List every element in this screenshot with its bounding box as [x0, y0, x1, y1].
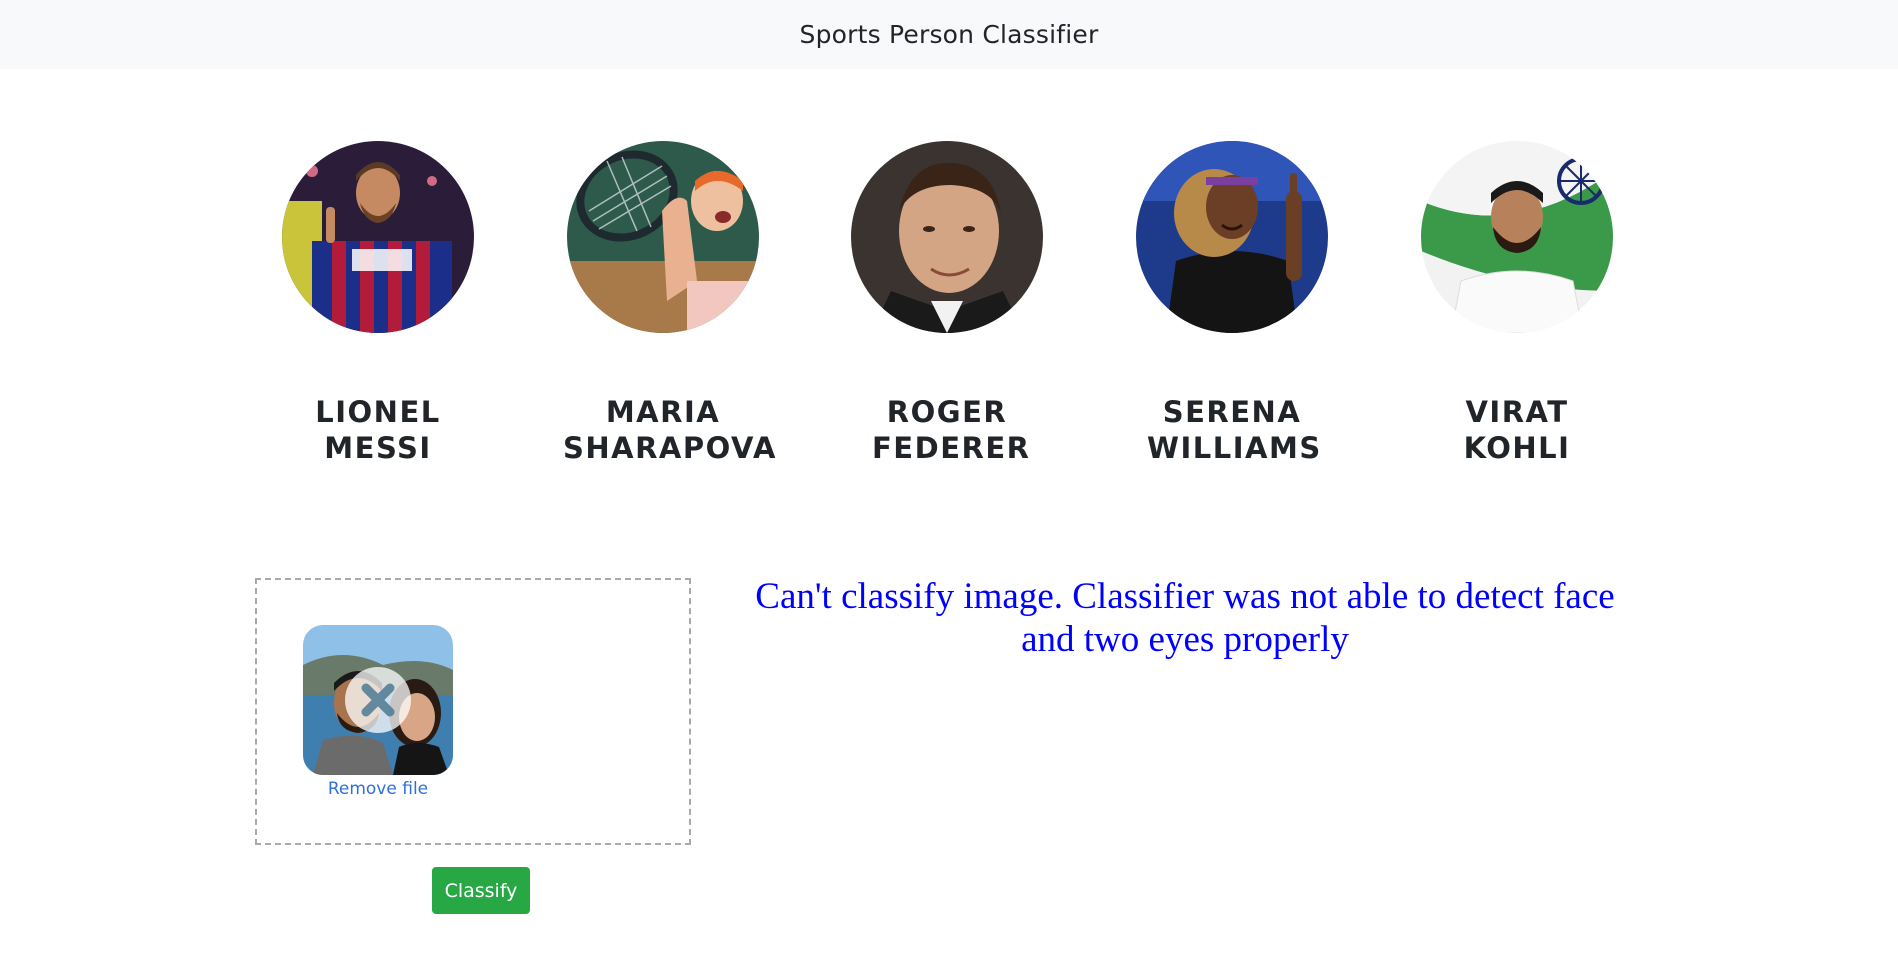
- name-line: SERENA WILLIAMS: [1147, 395, 1322, 465]
- person-name: SERENA WILLIAMS: [1112, 394, 1352, 466]
- person-cards: LIONEL MESSI MARIA SHARAPOVA ROGER FEDER…: [0, 0, 1898, 480]
- name-line: ROGER FEDERER: [872, 395, 1031, 465]
- name-line: MARIA SHARAPOVA: [563, 395, 777, 465]
- error-x-icon: [361, 683, 395, 717]
- person-name: LIONEL MESSI: [258, 394, 498, 466]
- avatar-virat-kohli: [1421, 141, 1613, 333]
- avatar-maria-sharapova: [567, 141, 759, 333]
- name-line: LIONEL MESSI: [315, 395, 441, 465]
- avatar-lionel-messi: [282, 141, 474, 333]
- person-name: ROGER FEDERER: [827, 394, 1067, 466]
- person-name: VIRAT KOHLI: [1397, 394, 1637, 466]
- classification-error-message: Can't classify image. Classifier was not…: [755, 576, 1615, 660]
- card-maria-sharapova: MARIA SHARAPOVA: [543, 141, 783, 466]
- file-thumbnail: [303, 625, 453, 775]
- classify-button[interactable]: Classify: [432, 867, 530, 914]
- upload-dropzone[interactable]: Remove file: [255, 578, 691, 845]
- card-lionel-messi: LIONEL MESSI: [258, 141, 498, 466]
- name-line: VIRAT KOHLI: [1463, 395, 1571, 465]
- avatar-serena-williams: [1136, 141, 1328, 333]
- remove-file-link[interactable]: Remove file: [328, 779, 428, 799]
- card-serena-williams: SERENA WILLIAMS: [1112, 141, 1352, 466]
- upload-error-mark: [345, 667, 411, 733]
- person-name: MARIA SHARAPOVA: [543, 394, 783, 466]
- card-virat-kohli: VIRAT KOHLI: [1397, 141, 1637, 466]
- avatar-roger-federer: [851, 141, 1043, 333]
- card-roger-federer: ROGER FEDERER: [827, 141, 1067, 466]
- file-preview: Remove file: [302, 625, 454, 799]
